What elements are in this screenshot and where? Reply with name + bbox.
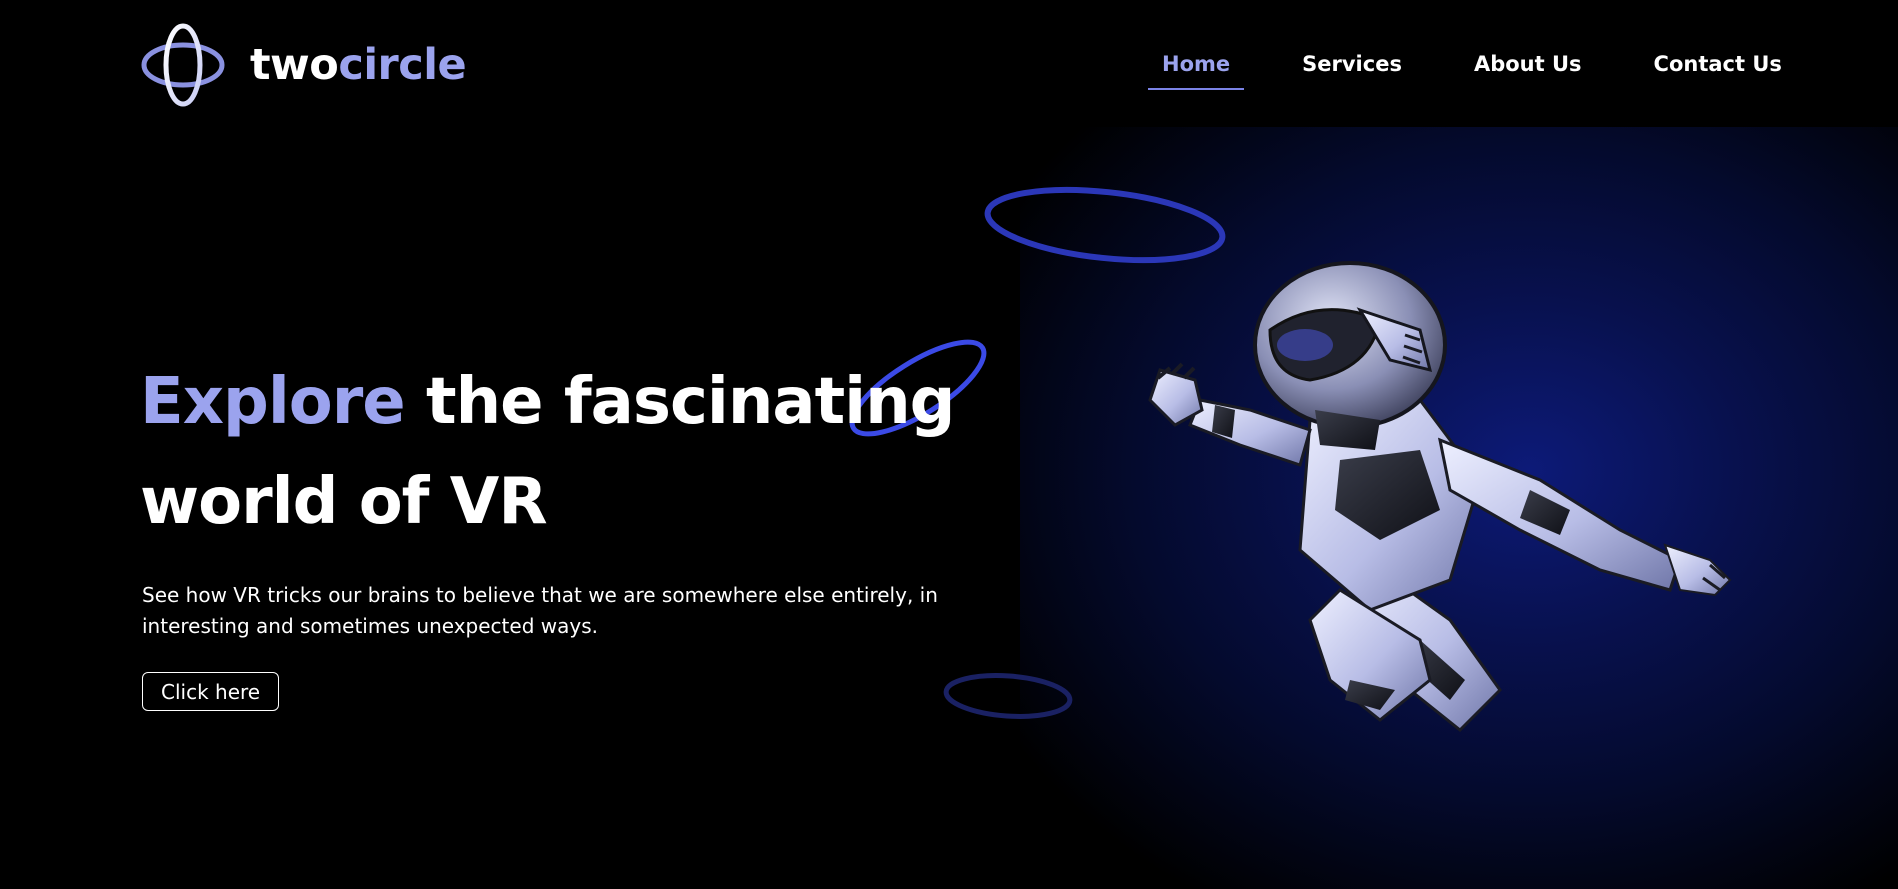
main-nav: Home Services About Us Contact Us [1148, 46, 1796, 90]
hero-description: See how VR tricks our brains to believe … [142, 583, 938, 638]
hero-title-line2: world of VR [140, 465, 548, 539]
hero-title-rest: the fascinating [404, 365, 955, 439]
flying-robot-illustration [1148, 261, 1732, 733]
hero-title-accent: Explore [140, 365, 406, 439]
nav-home[interactable]: Home [1148, 46, 1245, 90]
click-here-button[interactable]: Click here [142, 672, 280, 711]
hero-title: Explore the fascinating world of VR [140, 352, 955, 552]
nav-about-us[interactable]: About Us [1460, 46, 1596, 90]
two-circle-logo-icon [141, 23, 225, 107]
nav-contact-us[interactable]: Contact Us [1640, 46, 1796, 90]
site-header: twocircle Home Services About Us Contact… [0, 0, 1898, 127]
brand-name-part2: circle [338, 39, 467, 90]
ring-small-decoration [943, 673, 1073, 719]
brand-wordmark: twocircle [250, 43, 467, 87]
nav-services[interactable]: Services [1288, 46, 1416, 90]
brand-logo[interactable]: twocircle [140, 20, 467, 110]
ring-large-decoration [984, 186, 1226, 264]
brand-name-part1: two [250, 39, 339, 90]
page: twocircle Home Services About Us Contact… [0, 0, 1898, 889]
